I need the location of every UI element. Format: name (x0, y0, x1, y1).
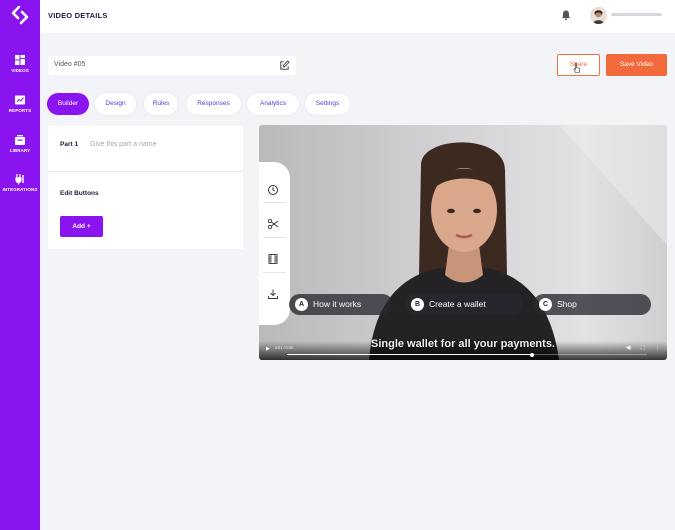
volume-icon[interactable]: ◀) (626, 345, 632, 351)
video-time: 0:01 / 0:30 (275, 346, 293, 350)
sidebar-item-reports[interactable]: REPORTS (0, 94, 40, 113)
sidebar-item-label: LIBRARY (9, 148, 31, 153)
choice-label: How it works (313, 299, 362, 309)
choice-button-a[interactable]: A How it works (289, 294, 393, 315)
choice-button-c[interactable]: C Shop (533, 294, 651, 315)
sidebar-item-integrations[interactable]: INTEGRATIONS (0, 173, 40, 192)
part-panel: Part 1 Give this part a name Edit Button… (48, 126, 243, 249)
edit-buttons-heading: Edit Buttons (60, 190, 99, 197)
page-title: VIDEO DETAILS (48, 11, 108, 20)
tool-divider (263, 237, 286, 238)
tab-rules[interactable]: Rules (144, 93, 178, 115)
sidebar-item-library[interactable]: LIBRARY (0, 134, 40, 153)
tab-builder[interactable]: Builder (47, 93, 89, 115)
tool-divider (263, 202, 286, 203)
choice-label: Create a wallet (429, 299, 486, 309)
sidebar-item-label: REPORTS (8, 108, 32, 113)
top-header: VIDEO DETAILS (40, 0, 675, 33)
reports-icon (15, 95, 25, 105)
tool-divider (263, 272, 286, 273)
video-progress-fill (287, 354, 532, 355)
video-player[interactable]: A How it works B Create a wallet C Shop … (259, 125, 667, 360)
choice-letter: A (295, 298, 308, 311)
download-icon[interactable] (267, 288, 279, 300)
add-button[interactable]: Add + (60, 216, 103, 237)
choice-letter: B (411, 298, 424, 311)
library-icon (15, 135, 25, 145)
video-tool-panel (259, 162, 290, 325)
grid-icon (15, 55, 25, 65)
sidebar-item-label: INTEGRATIONS (2, 187, 38, 192)
clock-icon[interactable] (267, 184, 279, 196)
part-row: Part 1 Give this part a name (48, 126, 243, 172)
scissors-icon[interactable] (267, 218, 279, 230)
tab-analytics[interactable]: Analytics (247, 93, 299, 115)
video-subtitle: Single wallet for all your payments. (371, 338, 555, 350)
choice-label: Shop (557, 299, 577, 309)
hand-cursor-icon (573, 63, 581, 73)
tab-settings[interactable]: Settings (305, 93, 350, 115)
more-options-icon[interactable]: ⋮ (655, 345, 660, 351)
avatar[interactable] (590, 7, 607, 24)
video-title-value[interactable]: Video #05 (54, 61, 85, 68)
film-icon[interactable] (267, 253, 279, 265)
integrations-icon (15, 174, 24, 185)
choice-letter: C (539, 298, 552, 311)
video-title-field[interactable]: Video #05 (48, 56, 296, 75)
bell-icon[interactable] (560, 9, 572, 21)
save-video-button[interactable]: Save Video (606, 54, 667, 76)
part-name-input[interactable]: Give this part a name (90, 141, 157, 148)
choice-button-b[interactable]: B Create a wallet (405, 294, 523, 315)
sidebar-item-label: VIDEOS (11, 68, 29, 73)
tab-responses[interactable]: Responses (186, 93, 241, 115)
part-label: Part 1 (60, 141, 79, 148)
video-progress-knob[interactable] (529, 352, 534, 357)
user-name-placeholder (611, 13, 662, 16)
sidebar-item-videos[interactable]: VIDEOS (0, 54, 40, 73)
video-progress-bar[interactable] (287, 352, 647, 357)
avatar-image (590, 7, 607, 24)
sidebar: VIDEOS REPORTS LIBRARY INTEGRATIONS (0, 0, 40, 530)
tab-design[interactable]: Design (95, 93, 136, 115)
video-frame-image (259, 125, 667, 360)
edit-icon[interactable] (279, 60, 290, 71)
app-logo-icon[interactable] (10, 5, 30, 25)
fullscreen-icon[interactable]: ⛶ (641, 345, 645, 351)
play-icon[interactable]: ▶ (266, 346, 270, 352)
